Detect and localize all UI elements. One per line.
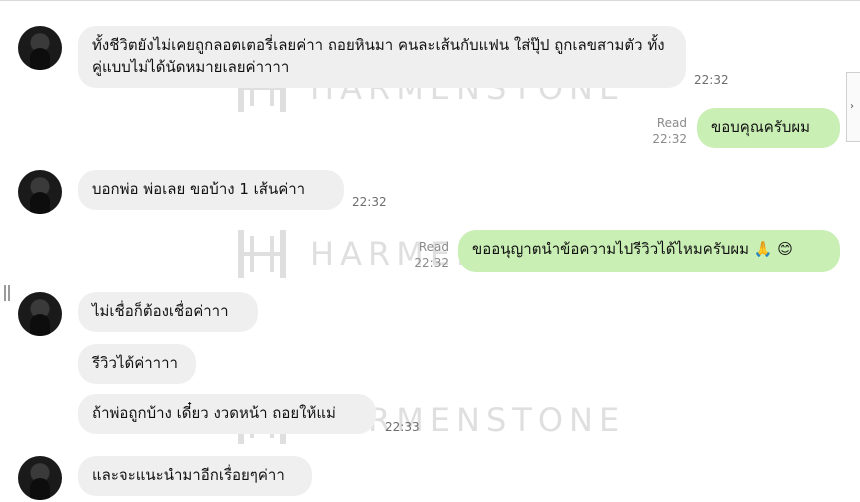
- message-time: 22:33: [385, 420, 420, 434]
- user-avatar[interactable]: [18, 170, 62, 214]
- harmenstone-logo-icon: [238, 230, 286, 278]
- incoming-message: และจะแนะนำมาอีกเรื่อยๆค่าา: [78, 456, 312, 496]
- message-text: และจะแนะนำมาอีกเรื่อยๆค่าา: [92, 466, 285, 484]
- read-receipt: Read 22:32: [640, 115, 687, 147]
- message-time: 22:32: [694, 73, 729, 87]
- outgoing-message: ขออนุญาตนำข้อความไปรีวิวได้ไหมครับผม 🙏 😊: [458, 230, 840, 272]
- read-receipt: Read 22:32: [402, 239, 449, 271]
- side-panel-tab[interactable]: ›: [846, 72, 860, 142]
- message-text: รีวิวได้ค่าาาา: [92, 354, 178, 372]
- smile-emoji-icon: 😊: [777, 240, 793, 258]
- incoming-message: ทั้งชีวิตยังไม่เคยถูกลอตเตอรี่เลยค่าา ถอ…: [78, 26, 686, 88]
- message-time: 22:32: [352, 195, 387, 209]
- read-label: Read: [656, 116, 687, 130]
- message-time: 22:32: [652, 132, 687, 146]
- chevron-right-icon: ›: [850, 101, 854, 112]
- pray-emoji-icon: 🙏: [753, 240, 773, 258]
- user-avatar[interactable]: [18, 292, 62, 336]
- message-text: ไม่เชื่อก็ต้องเชื่อค่าาา: [92, 302, 229, 320]
- incoming-message: บอกพ่อ พ่อเลย ขอบ้าง 1 เส้นค่าา: [78, 170, 344, 210]
- message-text: ขออนุญาตนำข้อความไปรีวิวได้ไหมครับผม: [472, 240, 750, 258]
- incoming-message: ไม่เชื่อก็ต้องเชื่อค่าาา: [78, 292, 258, 332]
- user-avatar[interactable]: [18, 26, 62, 70]
- user-avatar[interactable]: [18, 456, 62, 500]
- message-text: บอกพ่อ พ่อเลย ขอบ้าง 1 เส้นค่าา: [92, 180, 306, 198]
- incoming-message: ถ้าพ่อถูกบ้าง เดี๋ยว งวดหน้า ถอยให้แม่: [78, 394, 376, 434]
- drag-handle-icon[interactable]: [4, 285, 10, 301]
- message-text: ทั้งชีวิตยังไม่เคยถูกลอตเตอรี่เลยค่าา ถอ…: [92, 36, 665, 76]
- incoming-message: รีวิวได้ค่าาาา: [78, 344, 196, 384]
- outgoing-message: ขอบคุณครับผม: [697, 108, 840, 148]
- message-text: ถ้าพ่อถูกบ้าง เดี๋ยว งวดหน้า ถอยให้แม่: [92, 404, 336, 422]
- top-divider: [0, 0, 860, 1]
- message-text: ขอบคุณครับผม: [711, 118, 811, 136]
- read-label: Read: [418, 240, 449, 254]
- message-time: 22:32: [414, 256, 449, 270]
